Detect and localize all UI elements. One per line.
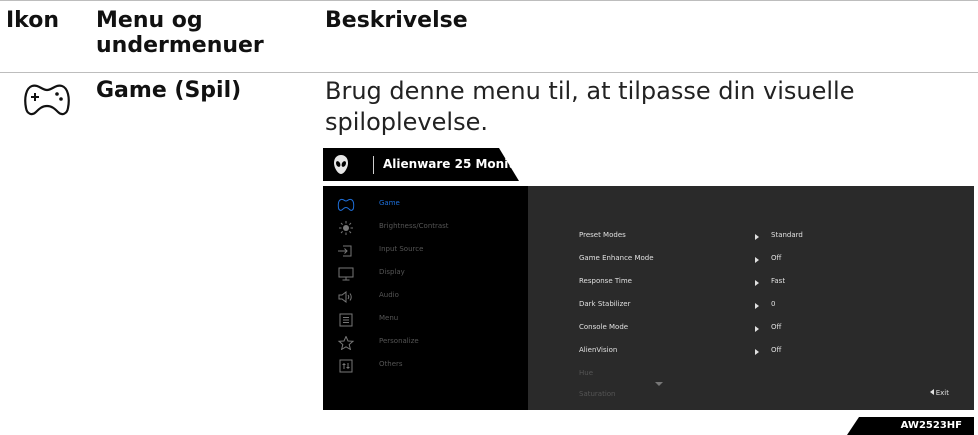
- option-label: Dark Stabilizer: [579, 300, 631, 308]
- option-label: Saturation: [579, 390, 616, 398]
- option-response-time[interactable]: Response Time Fast: [528, 272, 974, 295]
- nav-label: Menu: [379, 314, 399, 322]
- nav-item-input-source[interactable]: Input Source: [323, 240, 528, 263]
- option-saturation: Saturation: [528, 385, 974, 408]
- chevron-right-icon: [755, 326, 759, 332]
- nav-label: Game: [379, 199, 400, 207]
- speaker-icon: [338, 291, 352, 303]
- option-label: AlienVision: [579, 346, 618, 354]
- table-header-rule: [0, 72, 978, 73]
- chevron-left-icon: [929, 389, 934, 395]
- option-label: Console Mode: [579, 323, 629, 331]
- nav-label: Brightness/Contrast: [379, 222, 449, 230]
- option-value: 0: [771, 300, 776, 308]
- osd-nav: Game Brightness/Contrast Input Source Di…: [323, 186, 528, 410]
- osd-options-panel: Preset Modes Standard Game Enhance Mode …: [528, 186, 974, 410]
- header-description: Beskrivelse: [325, 8, 468, 33]
- others-icon: [339, 359, 353, 373]
- gamepad-icon: [22, 82, 72, 118]
- nav-item-menu[interactable]: Menu: [323, 309, 528, 332]
- option-preset-modes[interactable]: Preset Modes Standard: [528, 226, 974, 249]
- option-label: Response Time: [579, 277, 632, 285]
- star-icon: [337, 336, 355, 350]
- chevron-right-icon: [755, 280, 759, 286]
- option-value: Standard: [771, 231, 803, 239]
- display-icon: [338, 267, 354, 281]
- nav-item-others[interactable]: Others: [323, 355, 528, 378]
- chevron-right-icon: [755, 303, 759, 309]
- osd-menu: Game Brightness/Contrast Input Source Di…: [323, 186, 974, 410]
- brightness-icon: [339, 221, 353, 235]
- gamepad-icon: [337, 198, 355, 211]
- osd-title: Alienware 25 Monitor: [383, 157, 529, 171]
- chevron-right-icon: [755, 349, 759, 355]
- option-label: Game Enhance Mode: [579, 254, 654, 262]
- option-dark-stabilizer[interactable]: Dark Stabilizer 0: [528, 295, 974, 318]
- chevron-right-icon: [755, 234, 759, 240]
- option-hue: Hue: [528, 364, 974, 387]
- menu-name: Game (Spil): [96, 78, 242, 103]
- menu-icon: [339, 313, 353, 327]
- nav-item-brightness-contrast[interactable]: Brightness/Contrast: [323, 217, 528, 240]
- header-menu: Menu og undermenuer: [96, 8, 264, 58]
- nav-item-game[interactable]: Game: [323, 194, 528, 217]
- scroll-down-icon[interactable]: [655, 382, 663, 386]
- input-source-icon: [338, 245, 352, 257]
- osd-title-bar: Alienware 25 Monitor: [323, 148, 528, 181]
- nav-label: Audio: [379, 291, 399, 299]
- nav-label: Personalize: [379, 337, 419, 345]
- nav-label: Others: [379, 360, 403, 368]
- nav-label: Display: [379, 268, 405, 276]
- nav-item-display[interactable]: Display: [323, 263, 528, 286]
- option-alienvision[interactable]: AlienVision Off: [528, 341, 974, 364]
- nav-item-personalize[interactable]: Personalize: [323, 332, 528, 355]
- table-top-rule: [0, 0, 978, 1]
- model-badge: AW2523HF: [847, 417, 974, 435]
- option-label: Hue: [579, 369, 594, 377]
- exit-label: Exit: [935, 389, 949, 397]
- option-value: Off: [771, 254, 782, 262]
- nav-item-audio[interactable]: Audio: [323, 286, 528, 309]
- option-value: Off: [771, 323, 782, 331]
- alienware-logo-icon: [334, 155, 348, 174]
- option-value: Off: [771, 346, 782, 354]
- title-separator: [373, 156, 374, 174]
- header-icon: Ikon: [6, 8, 60, 33]
- menu-description: Brug denne menu til, at tilpasse din vis…: [325, 77, 855, 136]
- exit-button[interactable]: Exit: [929, 389, 949, 397]
- option-label: Preset Modes: [579, 231, 626, 239]
- option-console-mode[interactable]: Console Mode Off: [528, 318, 974, 341]
- chevron-right-icon: [755, 257, 759, 263]
- model-name: AW2523HF: [900, 420, 962, 431]
- nav-label: Input Source: [379, 245, 424, 253]
- option-game-enhance-mode[interactable]: Game Enhance Mode Off: [528, 249, 974, 272]
- option-value: Fast: [771, 277, 786, 285]
